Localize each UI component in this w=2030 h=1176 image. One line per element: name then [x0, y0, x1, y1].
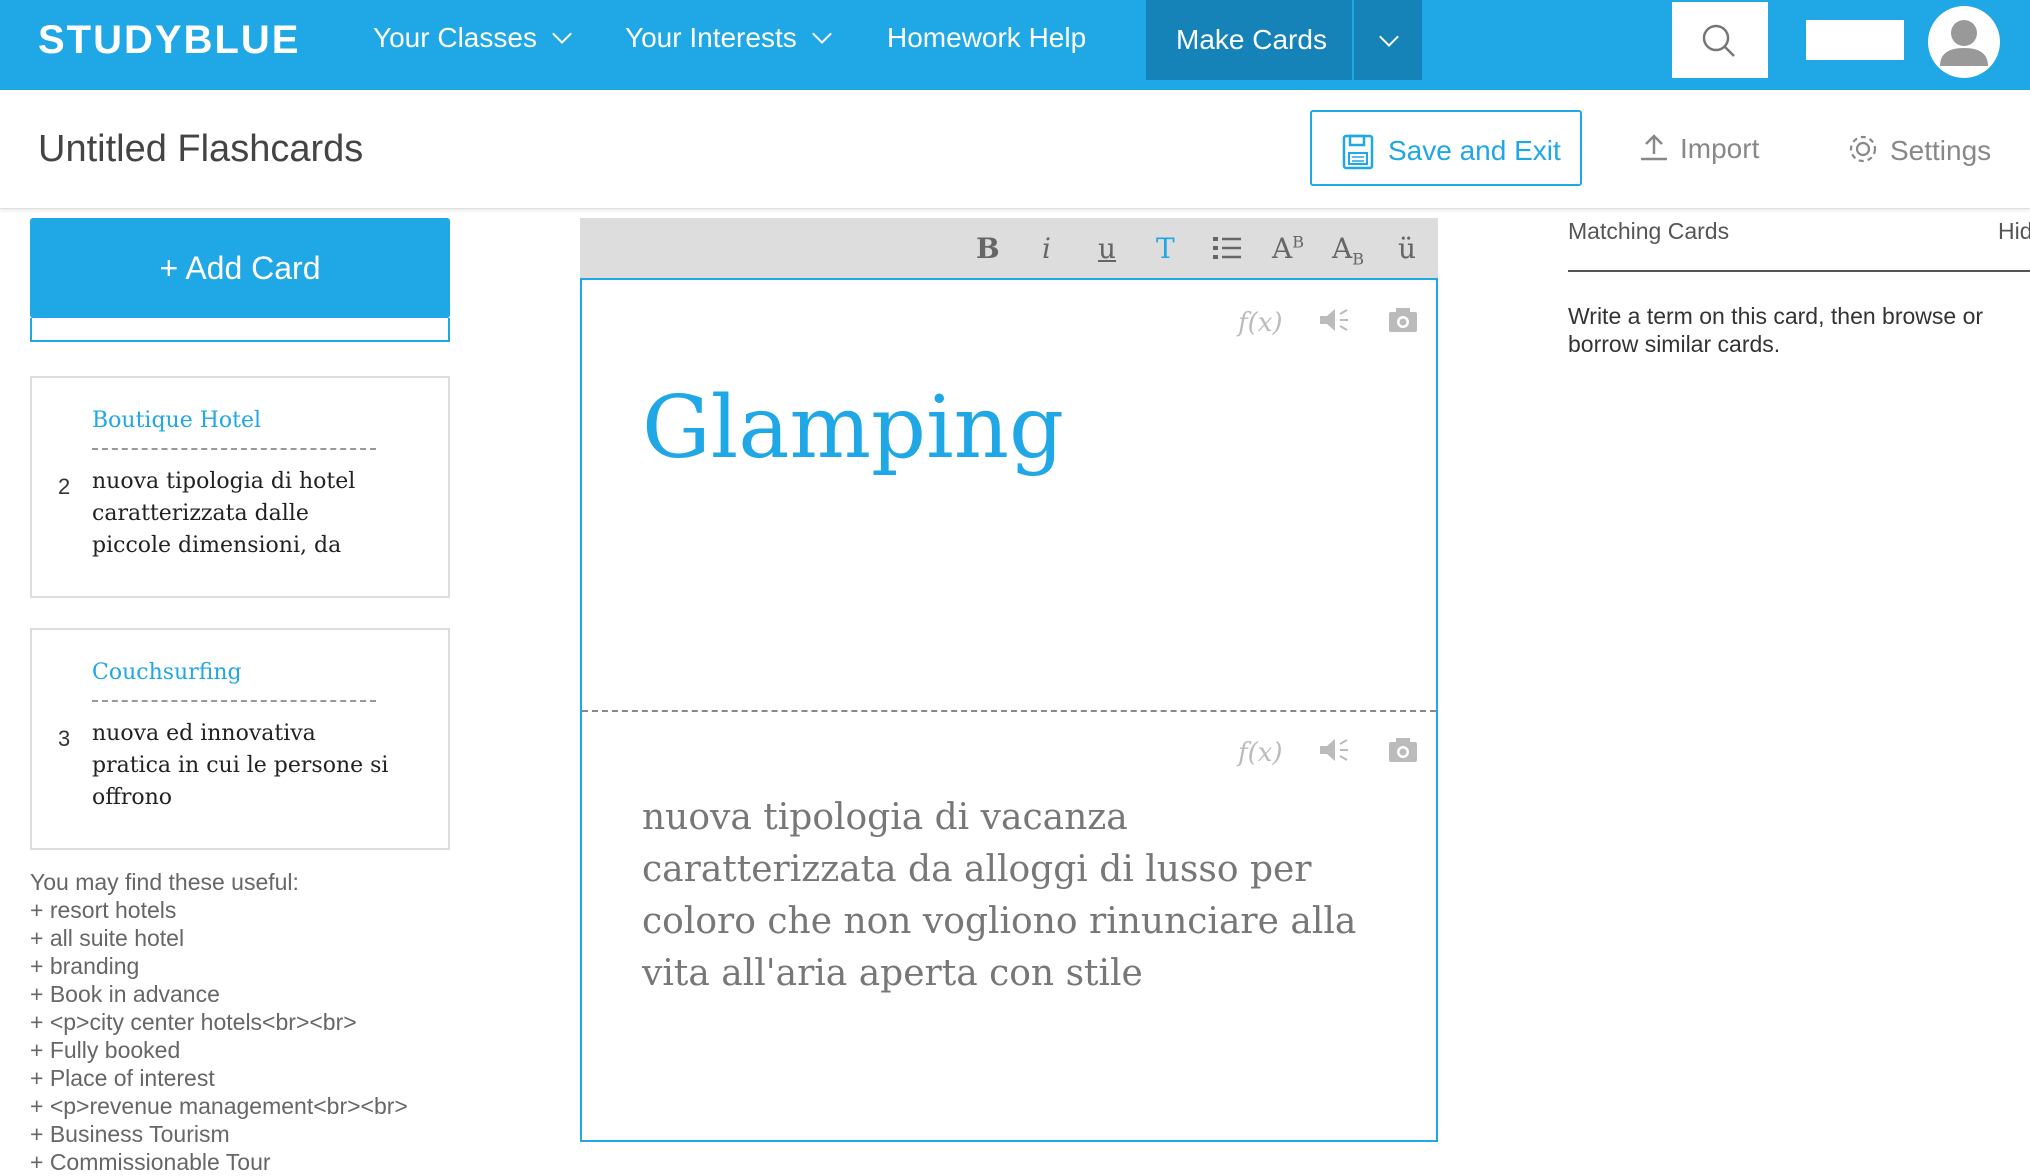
matching-cards-hint: Write a term on this card, then browse o… [1568, 303, 1984, 357]
suggestion-item[interactable]: + Fully booked [30, 1036, 408, 1064]
card-number: 2 [58, 474, 71, 499]
nav-your-classes-label: Your Classes [373, 22, 537, 53]
suggestion-item[interactable]: + Place of interest [30, 1064, 408, 1092]
card-definition: nuova ed innovativa pratica in cui le pe… [92, 721, 389, 810]
bold-button[interactable]: B [976, 232, 1000, 265]
bullet-list-icon[interactable] [1212, 234, 1242, 262]
nav-your-interests-label: Your Interests [625, 22, 797, 53]
superscript-button[interactable]: AB [1272, 232, 1304, 265]
suggestion-item[interactable]: + resort hotels [30, 896, 408, 924]
nav-your-interests[interactable]: Your Interests [625, 22, 832, 54]
avatar[interactable] [1928, 6, 2000, 78]
suggestion-item[interactable]: + <p>revenue management<br><br> [30, 1092, 408, 1120]
add-card-label: + Add Card [159, 250, 321, 286]
save-icon [1342, 134, 1374, 170]
hide-panel-link[interactable]: Hid [1998, 218, 2030, 245]
text-color-button[interactable]: T [1156, 232, 1175, 265]
nav-homework-help[interactable]: Homework Help [887, 22, 1086, 54]
card-term: Boutique Hotel [92, 408, 262, 433]
nav-your-classes[interactable]: Your Classes [373, 22, 572, 54]
card-term: Couchsurfing [92, 660, 242, 685]
superscript-base: A [1272, 232, 1293, 265]
search-icon [1702, 24, 1735, 57]
card-number: 3 [58, 726, 71, 751]
nav-homework-help-label: Homework Help [887, 22, 1087, 53]
add-card-button[interactable]: + Add Card [30, 218, 450, 318]
subscript-base: A [1332, 232, 1353, 265]
formula-button[interactable]: f(x) [1238, 738, 1283, 768]
card-divider [92, 448, 376, 450]
suggestion-item[interactable]: + Commissionable Tour [30, 1148, 408, 1176]
matching-cards-divider [1568, 270, 2030, 272]
suggestion-item[interactable]: + <p>city center hotels<br><br> [30, 1008, 408, 1036]
superscript-mark: B [1292, 232, 1304, 252]
matching-cards-heading: Matching Cards [1568, 218, 1730, 244]
flashcard-editor: f(x) Glamping f(x) nuova tipologia di va… [580, 278, 1438, 1142]
suggestions-list: You may find these useful: + resort hote… [30, 868, 408, 1176]
suggestion-item[interactable]: + branding [30, 952, 408, 980]
subscript-mark: B [1352, 249, 1364, 269]
import-button[interactable]: Import [1638, 132, 1759, 165]
settings-label: Settings [1890, 135, 1992, 166]
chevron-down-icon [552, 24, 572, 44]
page-title[interactable]: Untitled Flashcards [38, 128, 363, 171]
special-chars-button[interactable]: ü [1398, 232, 1416, 265]
suggestion-item[interactable]: + Business Tourism [30, 1120, 408, 1148]
make-cards-divider [1352, 0, 1354, 80]
studyblue-logo[interactable]: STUDYBLUE [38, 18, 300, 63]
make-cards-button[interactable]: Make Cards [1146, 0, 1422, 80]
card-side-divider [582, 710, 1436, 712]
import-label: Import [1680, 133, 1760, 164]
header-blank-box[interactable] [1806, 20, 1904, 60]
user-icon [1940, 20, 1988, 66]
card-divider [92, 700, 376, 702]
audio-icon[interactable] [1318, 306, 1350, 334]
chevron-down-icon [811, 24, 832, 44]
card-list-item[interactable]: Boutique Hotel 2 nuova tipologia di hote… [30, 376, 450, 598]
top-nav-bar: STUDYBLUE Your Classes Your Interests Ho… [0, 0, 2030, 90]
make-cards-label: Make Cards [1176, 24, 1327, 55]
card-definition: nuova tipologia di hotel caratterizzata … [92, 469, 356, 558]
camera-icon[interactable] [1388, 736, 1418, 764]
save-and-exit-label: Save and Exit [1388, 135, 1561, 166]
underline-button[interactable]: u [1098, 232, 1116, 265]
card-back-text[interactable]: nuova tipologia di vacanza caratterizzat… [642, 792, 1362, 1000]
audio-icon[interactable] [1318, 736, 1350, 764]
formatting-toolbar: B i u T AB AB ü [580, 218, 1438, 278]
add-card-underline [30, 318, 450, 342]
gear-icon [1849, 135, 1877, 163]
italic-button[interactable]: i [1042, 232, 1051, 265]
card-list-item[interactable]: Couchsurfing 3 nuova ed innovativa prati… [30, 628, 450, 850]
suggestion-item[interactable]: + Book in advance [30, 980, 408, 1008]
search-button[interactable] [1672, 2, 1768, 78]
suggestion-item[interactable]: + all suite hotel [30, 924, 408, 952]
save-and-exit-button[interactable]: Save and Exit [1310, 110, 1582, 186]
camera-icon[interactable] [1388, 306, 1418, 334]
subscript-button[interactable]: AB [1332, 232, 1364, 269]
suggestions-heading: You may find these useful: [30, 869, 299, 895]
card-front-text[interactable]: Glamping [642, 378, 1064, 478]
upload-icon [1641, 134, 1667, 161]
settings-button[interactable]: Settings [1846, 132, 1991, 167]
make-cards-dropdown-icon[interactable] [1379, 27, 1399, 47]
formula-button[interactable]: f(x) [1238, 308, 1283, 338]
